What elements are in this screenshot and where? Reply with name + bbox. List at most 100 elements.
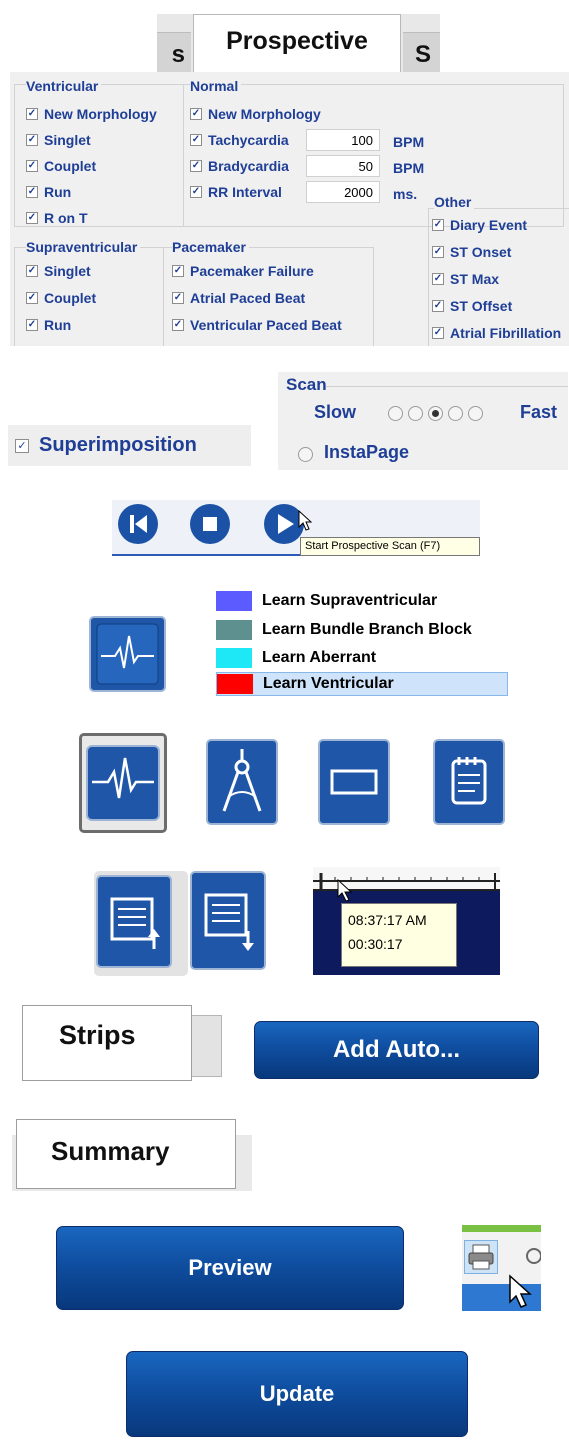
color-swatch bbox=[216, 620, 252, 640]
notepad-button[interactable] bbox=[433, 739, 505, 825]
pacemaker-failure-checkbox[interactable]: ✓ Pacemaker Failure bbox=[172, 261, 314, 281]
checkbox-box: ✓ bbox=[26, 292, 38, 304]
scan-transport-bar: Start Prospective Scan (F7) bbox=[112, 500, 480, 556]
checkbox-label: Atrial Paced Beat bbox=[190, 290, 306, 306]
learn-button[interactable] bbox=[89, 616, 166, 692]
tachycardia-input[interactable]: 100 bbox=[306, 129, 380, 151]
calipers-button[interactable] bbox=[206, 739, 278, 825]
scan-speed-radio-3[interactable] bbox=[428, 406, 443, 421]
tab-right[interactable]: S bbox=[403, 32, 440, 76]
checkbox-box: ✓ bbox=[26, 134, 38, 146]
ventricular-title: Ventricular bbox=[26, 78, 102, 94]
atrial-paced-beat-checkbox[interactable]: ✓ Atrial Paced Beat bbox=[172, 288, 305, 308]
checkbox-box: ✓ bbox=[432, 300, 444, 312]
st-offset-checkbox[interactable]: ✓ ST Offset bbox=[432, 296, 512, 316]
bradycardia-checkbox[interactable]: ✓ Bradycardia bbox=[190, 156, 289, 176]
tab-left[interactable]: s bbox=[157, 32, 191, 76]
checkbox-box: ✓ bbox=[26, 186, 38, 198]
printer-icon bbox=[468, 1244, 494, 1270]
learn-item-label: Learn Aberrant bbox=[262, 649, 377, 666]
pacemaker-title: Pacemaker bbox=[172, 239, 249, 255]
checkbox-box: ✓ bbox=[26, 265, 38, 277]
add-auto-button[interactable]: Add Auto... bbox=[254, 1021, 539, 1079]
checkbox-box: ✓ bbox=[26, 108, 38, 120]
stop-button[interactable] bbox=[190, 504, 230, 544]
checkbox-label: Singlet bbox=[44, 263, 91, 279]
notepad-icon bbox=[451, 757, 487, 805]
page-down-icon bbox=[204, 893, 254, 951]
scan-speed-radio-1[interactable] bbox=[388, 406, 403, 421]
criteria-panel: Ventricular ✓ New Morphology ✓ Singlet ✓ Co… bbox=[10, 72, 569, 346]
checkbox-label: Couplet bbox=[44, 158, 97, 174]
checkbox-box: ✓ bbox=[432, 273, 444, 285]
ventricular-run-checkbox[interactable]: ✓ Run bbox=[26, 182, 71, 202]
learn-ventricular-item[interactable]: Learn Ventricular bbox=[216, 672, 508, 696]
tab-summary[interactable]: Summary bbox=[16, 1119, 236, 1189]
print-toolbar bbox=[462, 1225, 541, 1311]
checkbox-label: ST Max bbox=[450, 271, 500, 287]
learn-bundle-branch-block-item[interactable]: Learn Bundle Branch Block bbox=[216, 618, 508, 642]
superimposition-checkbox[interactable]: ✓ Superimposition bbox=[8, 425, 251, 466]
supra-couplet-checkbox[interactable]: ✓ Couplet bbox=[26, 288, 96, 308]
bradycardia-input[interactable]: 50 bbox=[306, 155, 380, 177]
tachycardia-checkbox[interactable]: ✓ Tachycardia bbox=[190, 130, 289, 150]
ventricular-couplet-checkbox[interactable]: ✓ Couplet bbox=[26, 156, 96, 176]
time-tooltip: 08:37:17 AM 00:30:17 bbox=[341, 903, 457, 967]
update-button[interactable]: Update bbox=[126, 1351, 468, 1437]
checkbox-label: Singlet bbox=[44, 132, 91, 148]
skip-back-icon bbox=[130, 515, 147, 533]
checkbox-box: ✓ bbox=[172, 292, 184, 304]
checkbox-label: Bradycardia bbox=[208, 158, 289, 174]
print-button[interactable] bbox=[464, 1240, 498, 1274]
checkbox-label: RR Interval bbox=[208, 184, 282, 200]
page-down-button[interactable] bbox=[190, 871, 266, 970]
templates-button[interactable] bbox=[79, 733, 167, 833]
learn-item-label: Learn Supraventricular bbox=[262, 592, 438, 609]
rr-interval-checkbox[interactable]: ✓ RR Interval bbox=[190, 182, 282, 202]
tab-next-partial[interactable] bbox=[190, 1015, 222, 1077]
scan-slow-label: Slow bbox=[314, 402, 357, 422]
ventricular-singlet-checkbox[interactable]: ✓ Singlet bbox=[26, 130, 91, 150]
supra-singlet-checkbox[interactable]: ✓ Singlet bbox=[26, 261, 91, 281]
rewind-button[interactable] bbox=[118, 504, 158, 544]
checkbox-box: ✓ bbox=[172, 265, 184, 277]
atrial-fibrillation-checkbox[interactable]: ✓ Atrial Fibrillation bbox=[432, 323, 561, 343]
page-up-button[interactable] bbox=[96, 875, 172, 968]
learn-aberrant-item[interactable]: Learn Aberrant bbox=[216, 646, 508, 670]
checkbox-label: Ventricular Paced Beat bbox=[190, 317, 342, 333]
ventricular-paced-beat-checkbox[interactable]: ✓ Ventricular Paced Beat bbox=[172, 315, 342, 335]
tab-prospective-label: Prospective bbox=[226, 27, 368, 55]
ventricular-new-morphology-checkbox[interactable]: ✓ New Morphology bbox=[26, 104, 157, 124]
timeline-scroller[interactable]: 08:37:17 AM 00:30:17 bbox=[313, 867, 500, 975]
ventricular-r-on-t-checkbox[interactable]: ✓ R on T bbox=[26, 208, 88, 228]
checkbox-box: ✓ bbox=[15, 438, 29, 453]
checkbox-box: ✓ bbox=[432, 246, 444, 258]
instapage-radio[interactable] bbox=[298, 447, 313, 462]
clock-time: 08:37:17 AM bbox=[348, 912, 427, 928]
preview-button[interactable]: Preview bbox=[56, 1226, 404, 1310]
learn-item-label: Learn Bundle Branch Block bbox=[262, 621, 472, 638]
scan-title: Scan bbox=[286, 375, 327, 394]
rr-interval-input[interactable]: 2000 bbox=[306, 181, 380, 203]
rectangle-select-button[interactable] bbox=[318, 739, 390, 825]
calipers-icon bbox=[222, 749, 262, 812]
start-scan-tooltip: Start Prospective Scan (F7) bbox=[300, 537, 480, 556]
st-max-checkbox[interactable]: ✓ ST Max bbox=[432, 269, 499, 289]
checkbox-box: ✓ bbox=[190, 134, 202, 146]
normal-new-morphology-checkbox[interactable]: ✓ New Morphology bbox=[190, 104, 321, 124]
supra-run-checkbox[interactable]: ✓ Run bbox=[26, 315, 71, 335]
color-swatch bbox=[216, 591, 252, 611]
tab-prospective[interactable]: Prospective bbox=[193, 14, 401, 76]
mouse-cursor-icon bbox=[298, 510, 313, 531]
checkbox-label: New Morphology bbox=[208, 106, 321, 122]
search-icon[interactable] bbox=[522, 1246, 541, 1270]
scan-frame-line bbox=[326, 386, 568, 387]
scan-speed-radio-4[interactable] bbox=[448, 406, 463, 421]
tachycardia-unit: BPM bbox=[393, 134, 425, 150]
st-onset-checkbox[interactable]: ✓ ST Onset bbox=[432, 242, 511, 262]
scan-speed-radio-5[interactable] bbox=[468, 406, 483, 421]
scan-speed-radio-2[interactable] bbox=[408, 406, 423, 421]
tab-strips[interactable]: Strips bbox=[22, 1005, 192, 1081]
diary-event-checkbox[interactable]: ✓ Diary Event bbox=[432, 215, 527, 235]
learn-supraventricular-item[interactable]: Learn Supraventricular bbox=[216, 589, 508, 613]
